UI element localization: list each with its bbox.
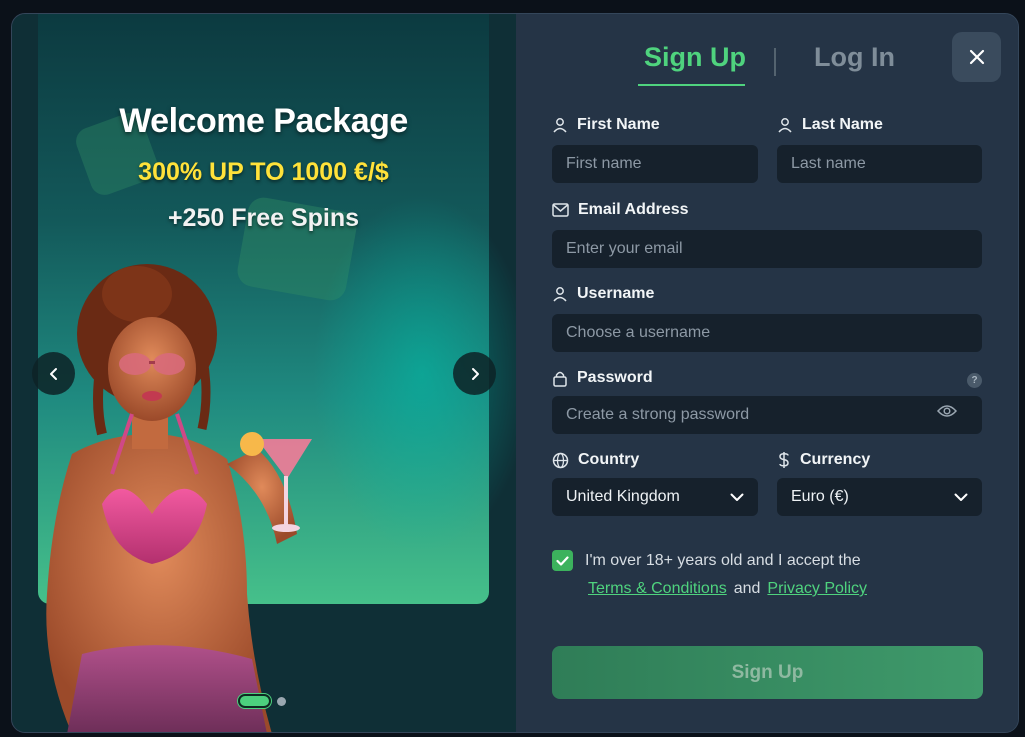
carousel-dots [238,694,286,708]
first-name-input[interactable] [552,145,758,183]
carousel-dot-active[interactable] [238,694,271,708]
password-label-text: Password [577,369,653,386]
carousel-prev-button[interactable] [32,352,75,395]
currency-label-text: Currency [800,451,871,468]
tab-active-indicator [638,84,745,86]
password-help-icon[interactable]: ? [967,373,982,388]
close-button[interactable] [952,32,1001,82]
chevron-down-icon [730,493,744,501]
username-label-text: Username [577,285,655,302]
privacy-policy-link[interactable]: Privacy Policy [767,580,867,598]
chevron-right-icon [471,367,479,380]
username-label: Username [552,285,654,303]
password-input[interactable] [552,396,982,434]
dollar-icon [779,452,789,468]
last-name-label-text: Last Name [802,116,883,133]
country-select[interactable]: United Kingdom [552,478,758,516]
eye-icon[interactable] [937,404,957,418]
last-name-input[interactable] [777,145,982,183]
tab-login[interactable]: Log In [814,42,895,73]
email-input[interactable] [552,230,982,268]
chevron-left-icon [49,367,57,380]
tab-signup[interactable]: Sign Up [644,42,746,73]
close-icon [969,49,984,65]
carousel-next-button[interactable] [453,352,496,395]
check-icon [556,555,569,566]
promo-subtitle: 300% UP TO 1000 €/$ [138,158,389,186]
email-label: Email Address [552,201,689,219]
user-icon [553,287,567,302]
mail-icon [552,203,569,217]
carousel-dot[interactable] [277,696,286,706]
age-terms-text: I'm over 18+ years old and I accept the [585,552,861,569]
last-name-label: Last Name [777,116,883,134]
first-name-label-text: First Name [577,116,660,133]
country-value: United Kingdom [566,488,680,505]
password-label: Password [552,369,653,387]
user-icon [553,118,567,133]
chevron-down-icon [954,493,968,501]
age-terms-checkbox[interactable] [552,550,573,571]
promo-title: Welcome Package [119,102,408,140]
terms-conditions-link[interactable]: Terms & Conditions [588,580,727,598]
country-label-text: Country [578,451,640,468]
country-label: Country [552,451,639,469]
first-name-label: First Name [552,116,660,134]
terms-and-text: and [733,580,761,597]
signup-modal: Welcome Package 300% UP TO 1000 €/$ +250… [11,13,1019,733]
promo-free-spins: +250 Free Spins [167,204,360,232]
tab-separator [774,48,776,76]
currency-label: Currency [777,451,870,469]
promo-illustration [46,264,312,732]
username-input[interactable] [552,314,982,352]
signup-submit-button[interactable]: Sign Up [552,646,983,699]
user-icon [778,118,792,133]
promo-panel: Welcome Package 300% UP TO 1000 €/$ +250… [12,14,516,732]
email-label-text: Email Address [578,201,689,218]
signup-form-panel: Sign Up Log In First Name Last Name Emai… [516,14,1018,732]
currency-value: Euro (€) [791,488,849,505]
lock-icon [553,371,567,387]
terms-links-row: Terms & Conditions and Privacy Policy [588,580,867,598]
currency-select[interactable]: Euro (€) [777,478,982,516]
globe-icon [552,452,569,468]
